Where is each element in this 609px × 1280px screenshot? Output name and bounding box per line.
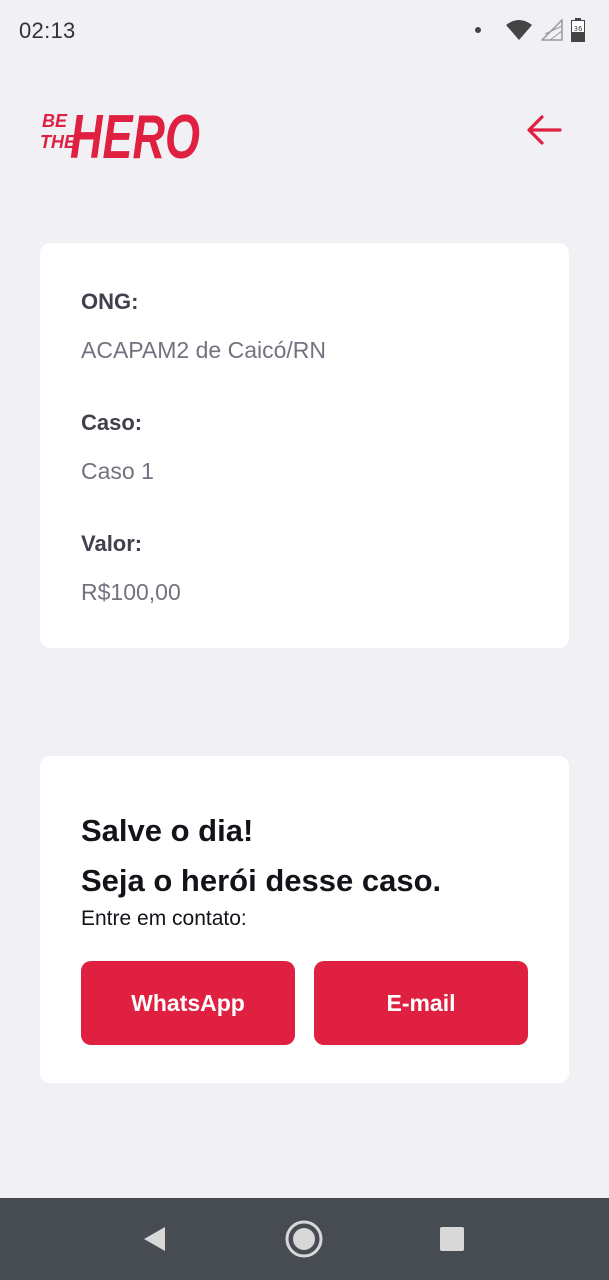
contact-actions: WhatsApp E-mail bbox=[81, 961, 528, 1045]
value-amount: R$100,00 bbox=[81, 579, 181, 605]
nav-home-button[interactable] bbox=[264, 1198, 344, 1280]
ngo-value: ACAPAM2 de Caicó/RN bbox=[81, 337, 326, 363]
contact-headline-1: Salve o dia! bbox=[81, 813, 254, 848]
contact-card: Salve o dia! Seja o herói desse caso. En… bbox=[40, 756, 569, 1083]
contact-headline-2: Seja o herói desse caso. bbox=[81, 863, 442, 898]
case-field: Caso: Caso 1 bbox=[81, 410, 528, 485]
status-time: 02:13 bbox=[19, 18, 76, 43]
nav-back-button[interactable] bbox=[114, 1198, 194, 1280]
notification-dot-icon bbox=[475, 27, 481, 33]
back-button[interactable] bbox=[520, 106, 568, 154]
ngo-label: ONG: bbox=[81, 289, 139, 314]
nav-recents-button[interactable] bbox=[412, 1198, 492, 1280]
incident-details-card: ONG: ACAPAM2 de Caicó/RN Caso: Caso 1 Va… bbox=[40, 243, 569, 648]
ngo-field: ONG: ACAPAM2 de Caicó/RN bbox=[81, 289, 528, 364]
logo-word: HERO bbox=[70, 103, 200, 166]
logo-line1: BE bbox=[42, 111, 68, 131]
arrow-left-icon bbox=[527, 115, 562, 145]
email-button[interactable]: E-mail bbox=[314, 961, 528, 1045]
signal-icon bbox=[541, 19, 563, 41]
back-triangle-icon bbox=[144, 1227, 165, 1251]
wifi-icon bbox=[506, 20, 532, 40]
be-the-hero-logo: BE THE HERO bbox=[40, 103, 200, 172]
value-label: Valor: bbox=[81, 531, 143, 556]
value-field: Valor: R$100,00 bbox=[81, 531, 528, 606]
system-nav-bar bbox=[0, 1198, 609, 1280]
whatsapp-button[interactable]: WhatsApp bbox=[81, 961, 295, 1045]
contact-description: Entre em contato: bbox=[81, 907, 247, 930]
recents-square-icon bbox=[440, 1227, 464, 1251]
case-value: Caso 1 bbox=[81, 458, 154, 484]
battery-icon: 36 bbox=[571, 18, 585, 42]
logo: BE THE HERO bbox=[40, 92, 204, 172]
case-label: Caso: bbox=[81, 410, 143, 435]
status-bar: 02:13 36 bbox=[0, 0, 609, 62]
battery-level: 36 bbox=[574, 25, 583, 33]
home-circle-icon bbox=[285, 1220, 323, 1258]
status-icons: 36 bbox=[475, 16, 585, 44]
